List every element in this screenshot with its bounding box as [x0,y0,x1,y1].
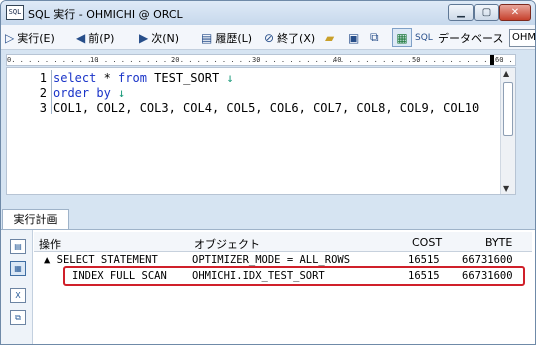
next-label: 次(N) [151,31,180,45]
tree-view-icon[interactable]: ▦ [10,261,26,276]
database-label-group: データベース [438,28,503,47]
code-line: COL1, COL2, COL3, COL4, COL5, COL6, COL7… [53,101,480,115]
line-number: 1 [39,71,47,85]
sql-icon: SQL [415,32,433,43]
title-bar[interactable]: SQL SQL 実行 - OHMICHI @ ORCL ▁ ▢ ✕ [1,1,535,25]
cell-cost: 16515 [408,254,440,266]
ruler-mark: 10 [90,56,99,64]
maximize-button[interactable]: ▢ [474,4,499,21]
history-icon: ▤ [201,30,213,45]
next-button[interactable]: ▶ 次(N) [139,28,179,47]
scroll-up-icon[interactable]: ▲ [503,69,509,78]
execution-plan-panel: ▤ ▦ X ⧉ 操作 オブジェクト COST BYTE ▲ SELECT STA… [1,229,535,344]
ruler-ticks: 0. . . . . . . . . . . . . . . . . . . .… [7,56,513,65]
layout-button[interactable]: ⧉ [370,28,379,47]
cell-operation: ▲ SELECT STATEMENT [44,254,158,266]
execute-button[interactable]: ▷ 実行(E) [5,28,55,47]
database-label: データベース [438,31,504,45]
col-operation: 操作 [39,238,61,251]
gutter-separator [51,70,52,114]
end-button[interactable]: ⊘ 終了(X) [264,28,315,47]
prev-button[interactable]: ◀ 前(P) [76,28,114,47]
ruler-mark: 50 [412,56,421,64]
sql-button[interactable]: SQL [415,28,433,47]
close-button[interactable]: ✕ [499,4,531,21]
sql-editor[interactable]: 1 2 3 select * from TEST_SORT ↓ order by… [6,67,516,195]
play-icon: ▷ [5,30,15,45]
arrow-right-icon: ▶ [139,30,149,45]
ruler-mark: 30 [252,56,261,64]
plan-side-toolbar: ▤ ▦ X ⧉ [1,230,33,344]
history-label: 履歴(L) [215,31,253,45]
prev-label: 前(P) [88,31,115,45]
plan-icon: ▦ [396,30,408,45]
sql-execute-window: SQL SQL 実行 - OHMICHI @ ORCL ▁ ▢ ✕ ▷ 実行(E… [0,0,536,345]
line-number: 2 [39,86,47,100]
editor-scrollbar[interactable]: ▲ ▼ [500,68,515,194]
ruler-cursor [490,55,494,65]
line-number: 3 [39,101,47,115]
folder-icon: ▰ [325,30,335,45]
tab-execution-plan[interactable]: 実行計画 [2,209,69,229]
sql-app-icon: SQL [6,5,24,20]
ruler-mark: 60 [495,56,504,64]
grid-view-icon[interactable]: ▤ [10,239,26,254]
cell-object: OPTIMIZER_MODE = ALL_ROWS [192,254,351,266]
history-button[interactable]: ▤ 履歴(L) [201,28,252,47]
open-folder-button[interactable]: ▰ [325,28,334,47]
col-cost: COST [412,236,443,249]
layout-icon: ⧉ [370,30,379,44]
ruler-mark: 40 [333,56,342,64]
scroll-down-icon[interactable]: ▼ [503,184,509,193]
end-label: 終了(X) [277,31,316,45]
col-object: オブジェクト [194,238,260,251]
plan-toggle-button[interactable]: ▦ [392,28,412,47]
export-excel-icon[interactable]: X [10,288,26,303]
arrow-left-icon: ◀ [76,30,86,45]
line-gutter: 1 2 3 [7,68,51,194]
cell-byte: 66731600 [462,254,513,266]
stop-icon: ⊘ [264,30,275,45]
save-button[interactable]: ▣ [348,28,359,47]
save-icon: ▣ [348,30,360,45]
code-line: select * from TEST_SORT ↓ [53,71,234,85]
plan-table-header: 操作 オブジェクト COST BYTE [34,232,532,252]
ruler-mark: 20 [171,56,180,64]
scroll-thumb[interactable] [503,82,513,136]
execute-label: 実行(E) [17,31,55,45]
database-select[interactable]: OHMI [509,29,535,47]
highlight-box [63,266,525,286]
code-area[interactable]: select * from TEST_SORT ↓ order by ↓ COL… [53,68,479,138]
column-ruler: 0. . . . . . . . . . . . . . . . . . . .… [6,54,516,66]
copy-icon[interactable]: ⧉ [10,310,26,325]
code-line: order by ↓ [53,86,126,100]
window-title: SQL 実行 - OHMICHI @ ORCL [28,8,183,21]
toolbar: ▷ 実行(E) ◀ 前(P) ▶ 次(N) ▤ 履歴(L) ⊘ 終了(X) ▰ … [1,25,535,50]
col-byte: BYTE [485,236,513,249]
minimize-button[interactable]: ▁ [448,4,474,21]
